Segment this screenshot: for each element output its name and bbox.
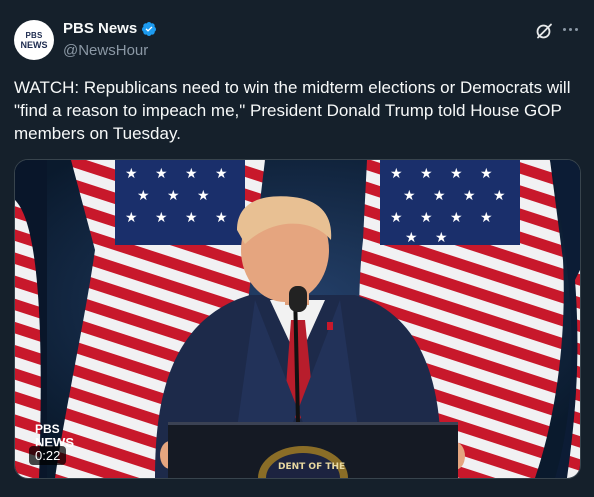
svg-text:★: ★ [480,166,493,182]
svg-text:★: ★ [125,166,138,182]
account-name-row: PBS News [63,20,157,37]
svg-text:★: ★ [125,210,138,226]
video-duration-badge: 0:22 [29,446,67,465]
svg-text:★: ★ [405,230,418,246]
svg-text:★: ★ [185,166,198,182]
avatar-logo-top: PBS [25,30,43,40]
svg-text:★: ★ [493,188,506,204]
svg-text:★: ★ [450,210,463,226]
account-name[interactable]: PBS News [63,20,137,37]
tweet-text: WATCH: Republicans need to win the midte… [14,78,571,143]
svg-text:★: ★ [435,230,448,246]
verified-badge-icon [142,21,157,36]
more-options-icon[interactable] [563,28,578,31]
svg-text:★: ★ [420,166,433,182]
svg-text:★: ★ [463,188,476,204]
svg-text:★: ★ [185,210,198,226]
account-avatar[interactable]: PBS NEWS [14,20,54,60]
video-thumbnail: ★ ★ ★ ★ ★ ★ ★ ★ ★ ★ ★ ★ ★ ★ ★ ★ ★ ★ ★ ★ … [15,160,580,478]
grok-icon[interactable] [535,22,553,40]
svg-text:★: ★ [167,188,180,204]
svg-text:★: ★ [403,188,416,204]
svg-text:★: ★ [450,166,463,182]
account-handle[interactable]: @NewsHour [63,42,148,59]
svg-text:★: ★ [215,166,228,182]
seal-text: DENT OF THE [278,462,345,472]
svg-text:★: ★ [390,166,403,182]
svg-text:★: ★ [155,166,168,182]
svg-text:★: ★ [197,188,210,204]
svg-text:★: ★ [137,188,150,204]
svg-text:★: ★ [155,210,168,226]
svg-text:★: ★ [390,210,403,226]
video-player[interactable]: ★ ★ ★ ★ ★ ★ ★ ★ ★ ★ ★ ★ ★ ★ ★ ★ ★ ★ ★ ★ … [14,159,581,479]
svg-text:★: ★ [433,188,446,204]
svg-text:★: ★ [420,210,433,226]
avatar-logo-bottom: NEWS [20,39,48,50]
svg-text:★: ★ [480,210,493,226]
svg-text:★: ★ [215,210,228,226]
